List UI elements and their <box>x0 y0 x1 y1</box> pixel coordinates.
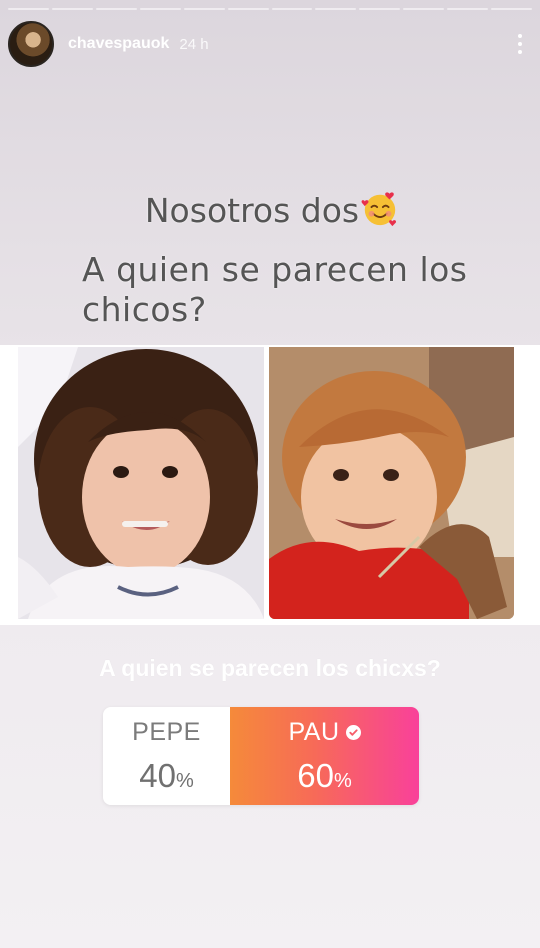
poll-option-pepe[interactable]: PEPE 40% <box>103 707 230 805</box>
child-curly-hair-photo <box>18 347 264 619</box>
progress-segment <box>51 8 93 10</box>
child-red-sweater-photo <box>269 347 514 619</box>
percent-sign: % <box>175 769 194 792</box>
progress-segment <box>315 8 357 10</box>
check-circle-icon <box>345 724 361 740</box>
progress-segment <box>447 8 489 10</box>
more-options-icon[interactable] <box>510 29 530 59</box>
progress-segment <box>95 8 137 10</box>
poll-option-label: PEPE <box>132 718 201 747</box>
caption-line-1: Nosotros dos <box>0 190 540 230</box>
poll-option-pau-percent: 60 <box>297 756 334 794</box>
poll-sticker: PEPE 40% PAU 60% <box>103 707 419 805</box>
progress-segment <box>8 8 49 10</box>
progress-segment <box>359 8 401 10</box>
progress-segment <box>403 8 445 10</box>
story-header: chavespauok 24 h <box>8 20 530 68</box>
username[interactable]: chavespauok <box>68 35 169 53</box>
caption-line-2: A quien se parecen los chicos? <box>82 250 468 329</box>
photo-collage <box>0 345 540 625</box>
progress-segment <box>139 8 181 10</box>
poll-option-pau-label: PAU <box>288 717 340 746</box>
progress-segment <box>183 8 225 10</box>
progress-segment <box>271 8 313 10</box>
poll-option-pau[interactable]: PAU 60% <box>230 707 419 805</box>
poll-option-percent: 60% <box>297 757 352 795</box>
poll-option-percent: 40% <box>139 757 194 795</box>
profile-avatar[interactable] <box>8 21 54 67</box>
percent-sign: % <box>333 769 352 792</box>
progress-segment <box>491 8 533 10</box>
progress-segment <box>227 8 269 10</box>
smiling-face-with-hearts-icon <box>361 192 397 227</box>
poll-option-pepe-label: PEPE <box>132 717 201 746</box>
poll-option-pepe-percent: 40 <box>139 756 176 794</box>
story-progress-bar <box>8 8 533 10</box>
poll-question: A quien se parecen los chicxs? <box>99 655 441 681</box>
post-time: 24 h <box>179 35 209 53</box>
caption-text-1: Nosotros dos <box>144 191 360 230</box>
poll-option-label: PAU <box>288 717 361 747</box>
